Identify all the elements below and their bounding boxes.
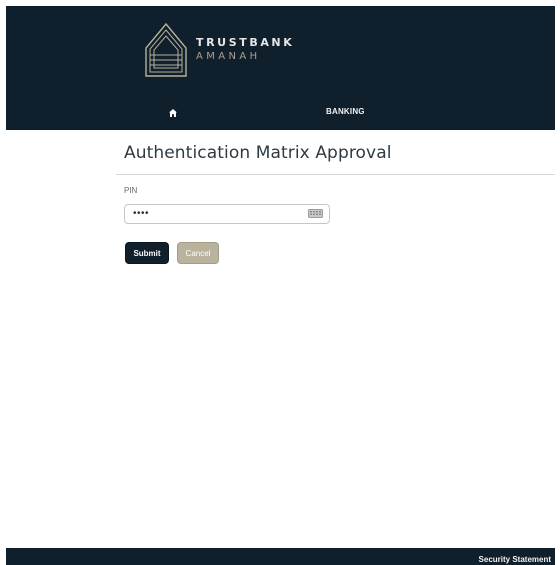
brand-name: TRUSTBANK bbox=[196, 36, 295, 49]
top-header: TRUSTBANK AMANAH BANKING bbox=[6, 6, 555, 130]
cancel-button[interactable]: Cancel bbox=[177, 242, 219, 264]
brand-text: TRUSTBANK AMANAH bbox=[196, 36, 294, 64]
home-icon[interactable] bbox=[168, 108, 178, 118]
pin-input-value: •••• bbox=[133, 208, 150, 219]
pin-input[interactable]: •••• bbox=[124, 204, 330, 224]
security-statement-link[interactable]: Security Statement bbox=[479, 555, 551, 564]
submit-button[interactable]: Submit bbox=[125, 242, 169, 264]
pin-label: PIN bbox=[124, 186, 138, 195]
main-nav: BANKING bbox=[6, 104, 555, 124]
footer: Security Statement bbox=[6, 548, 555, 565]
brand-subname: AMANAH bbox=[196, 51, 261, 62]
pyramid-logo-icon bbox=[145, 22, 187, 77]
nav-item-banking[interactable]: BANKING bbox=[326, 107, 365, 116]
keyboard-icon[interactable] bbox=[308, 209, 323, 218]
brand[interactable]: TRUSTBANK AMANAH bbox=[144, 19, 294, 81]
page-title: Authentication Matrix Approval bbox=[124, 143, 392, 163]
title-divider bbox=[116, 174, 555, 175]
